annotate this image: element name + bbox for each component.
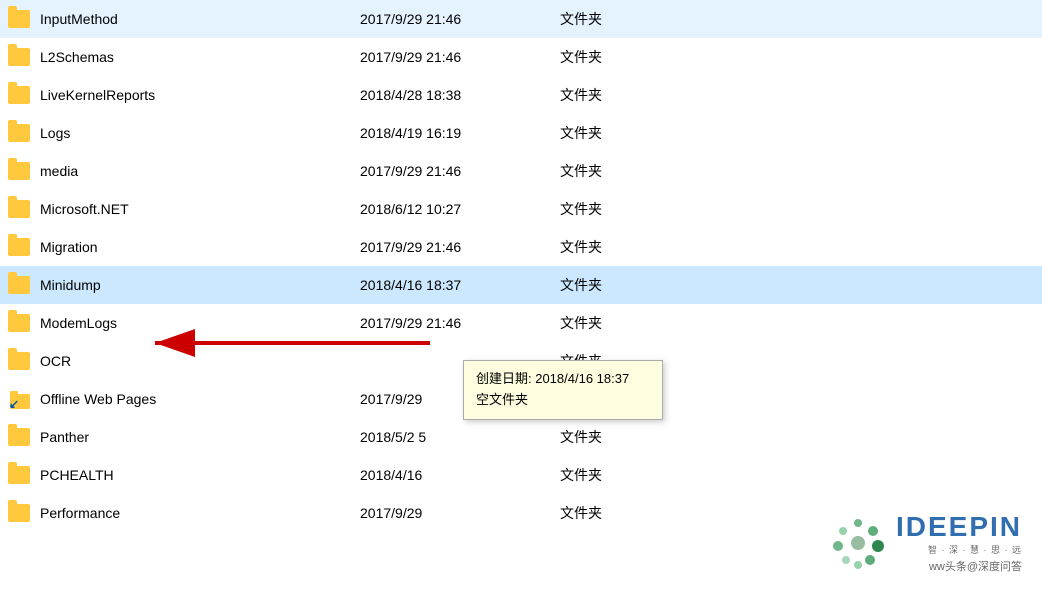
file-date: 2017/9/29 21:46	[360, 163, 560, 179]
file-type: 文件夹	[560, 123, 1034, 143]
folder-icon-shape	[8, 86, 30, 104]
folder-icon	[8, 312, 32, 334]
file-date: 2017/9/29	[360, 505, 560, 521]
file-type: 文件夹	[560, 427, 1034, 447]
folder-icon	[8, 274, 32, 296]
svg-text:↙: ↙	[9, 397, 19, 410]
file-date: 2017/9/29 21:46	[360, 49, 560, 65]
file-type: 文件夹	[560, 47, 1034, 67]
logo-sub: ww头条@深度问答	[896, 558, 1022, 574]
tooltip-line1: 创建日期: 2018/4/16 18:37	[476, 369, 650, 390]
file-name: Minidump	[40, 277, 360, 293]
folder-icon-shape	[8, 238, 30, 256]
file-date: 2018/4/16 18:37	[360, 277, 560, 293]
logo-brand: IDEEPIN	[896, 511, 1022, 543]
file-name: Logs	[40, 125, 360, 141]
file-name: Microsoft.NET	[40, 201, 360, 217]
folder-icon-shape	[8, 162, 30, 180]
folder-icon	[8, 122, 32, 144]
file-date: 2018/5/2 5	[360, 429, 560, 445]
file-name: ModemLogs	[40, 315, 360, 331]
table-row[interactable]: LiveKernelReports2018/4/28 18:38文件夹	[0, 76, 1042, 114]
file-type: 文件夹	[560, 199, 1034, 219]
folder-icon	[8, 350, 32, 372]
table-row[interactable]: ModemLogs2017/9/29 21:46文件夹	[0, 304, 1042, 342]
tooltip-line2: 空文件夹	[476, 390, 650, 411]
file-name: PCHEALTH	[40, 467, 360, 483]
file-name: LiveKernelReports	[40, 87, 360, 103]
file-date: 2018/6/12 10:27	[360, 201, 560, 217]
table-row[interactable]: InputMethod2017/9/29 21:46文件夹	[0, 0, 1042, 38]
folder-icon-shape	[8, 504, 30, 522]
file-date: 2017/9/29 21:46	[360, 239, 560, 255]
table-row[interactable]: media2017/9/29 21:46文件夹	[0, 152, 1042, 190]
folder-icon	[8, 198, 32, 220]
file-date: 2018/4/19 16:19	[360, 125, 560, 141]
logo-overlay: IDEEPIN 智 · 深 · 慧 · 思 · 远 ww头条@深度问答	[828, 511, 1022, 574]
table-row[interactable]: Logs2018/4/19 16:19文件夹	[0, 114, 1042, 152]
file-type: 文件夹	[560, 237, 1034, 257]
logo-text-area: IDEEPIN 智 · 深 · 慧 · 思 · 远 ww头条@深度问答	[896, 511, 1022, 574]
file-name: OCR	[40, 353, 360, 369]
file-type: 文件夹	[560, 275, 1034, 295]
folder-icon	[8, 84, 32, 106]
folder-icon	[8, 426, 32, 448]
folder-icon-shape	[8, 428, 30, 446]
file-name: L2Schemas	[40, 49, 360, 65]
file-name: Offline Web Pages	[40, 391, 360, 407]
folder-icon: ↙	[8, 388, 32, 410]
file-type: 文件夹	[560, 313, 1034, 333]
folder-icon	[8, 502, 32, 524]
folder-icon-shape	[8, 124, 30, 142]
folder-icon	[8, 464, 32, 486]
file-date: 2018/4/28 18:38	[360, 87, 560, 103]
file-type: 文件夹	[560, 161, 1034, 181]
folder-icon-shape	[8, 276, 30, 294]
folder-icon	[8, 46, 32, 68]
file-name: InputMethod	[40, 11, 360, 27]
table-row[interactable]: Minidump2018/4/16 18:37文件夹	[0, 266, 1042, 304]
file-type: 文件夹	[560, 465, 1034, 485]
folder-icon	[8, 236, 32, 258]
file-name: Performance	[40, 505, 360, 521]
folder-icon-shape	[8, 466, 30, 484]
file-type: 文件夹	[560, 85, 1034, 105]
table-row[interactable]: Migration2017/9/29 21:46文件夹	[0, 228, 1042, 266]
file-name: Migration	[40, 239, 360, 255]
table-row[interactable]: Microsoft.NET2018/6/12 10:27文件夹	[0, 190, 1042, 228]
folder-icon	[8, 8, 32, 30]
file-date: 2017/9/29 21:46	[360, 11, 560, 27]
folder-icon	[8, 160, 32, 182]
file-name: media	[40, 163, 360, 179]
folder-icon-shape	[8, 314, 30, 332]
file-date: 2017/9/29 21:46	[360, 315, 560, 331]
file-date: 2018/4/16	[360, 467, 560, 483]
offline-folder-icon: ↙	[8, 397, 32, 413]
folder-icon-shape	[8, 352, 30, 370]
logo-tagline: 智 · 深 · 慧 · 思 · 远	[896, 543, 1022, 556]
logo-dots-icon	[828, 513, 888, 573]
table-row[interactable]: L2Schemas2017/9/29 21:46文件夹	[0, 38, 1042, 76]
folder-icon-shape	[8, 48, 30, 66]
table-row[interactable]: Panther2018/5/2 5文件夹	[0, 418, 1042, 456]
folder-icon-shape	[8, 200, 30, 218]
file-name: Panther	[40, 429, 360, 445]
folder-icon-shape	[8, 10, 30, 28]
file-type: 文件夹	[560, 9, 1034, 29]
table-row[interactable]: PCHEALTH2018/4/16文件夹	[0, 456, 1042, 494]
file-list: InputMethod2017/9/29 21:46文件夹L2Schemas20…	[0, 0, 1042, 532]
tooltip-popup: 创建日期: 2018/4/16 18:37 空文件夹	[463, 360, 663, 420]
